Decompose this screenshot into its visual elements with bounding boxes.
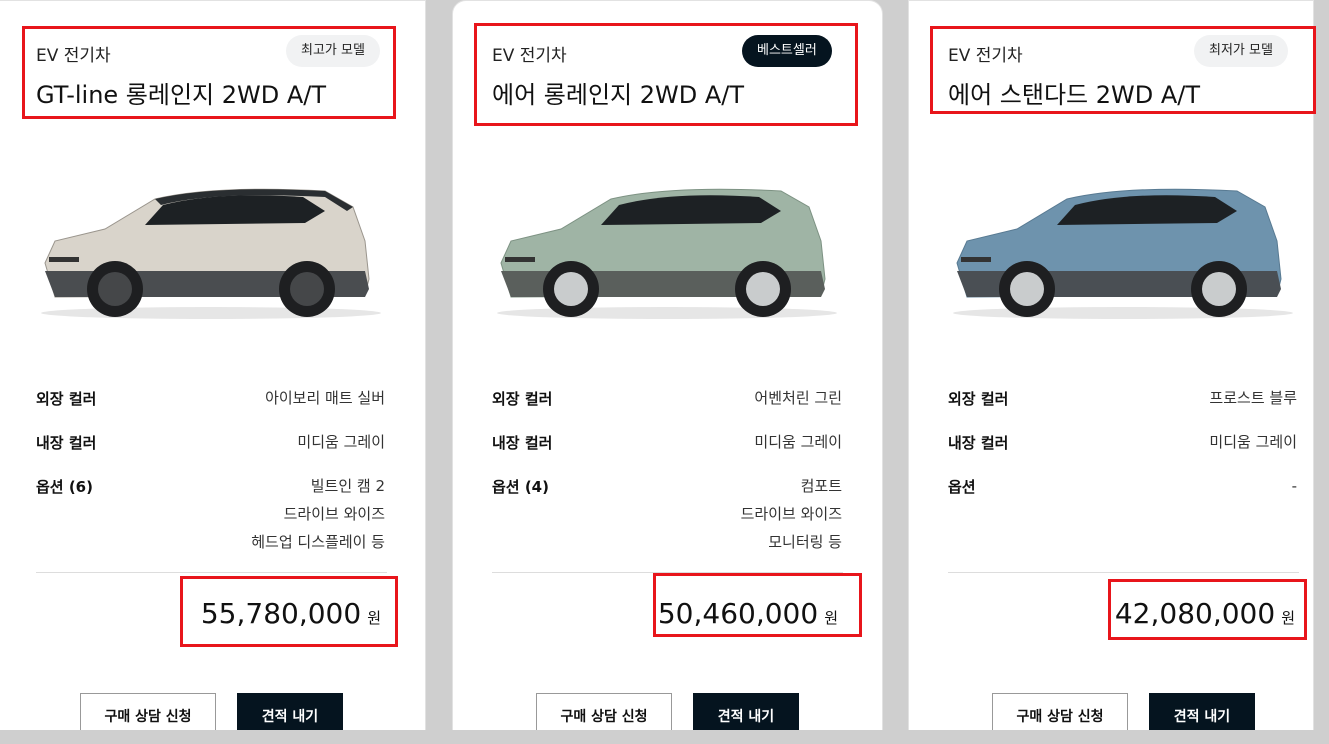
- title-highlight-box: [474, 23, 858, 126]
- option-item: -: [1291, 477, 1297, 495]
- car-image: [41, 188, 381, 319]
- options-label: 옵션 (4): [492, 478, 549, 496]
- title-highlight-box: [22, 26, 396, 119]
- exterior-color-label: 외장 컬러: [492, 390, 553, 408]
- car-image: [497, 188, 837, 319]
- options-label: 옵션 (6): [36, 478, 93, 496]
- divider: [36, 572, 387, 573]
- interior-color-value: 미디움 그레이: [297, 433, 385, 451]
- exterior-color-value: 아이보리 매트 실버: [265, 389, 385, 407]
- divider: [948, 572, 1299, 573]
- exterior-color-label: 외장 컬러: [948, 390, 1009, 408]
- interior-color-label: 내장 컬러: [36, 434, 97, 452]
- interior-color-label: 내장 컬러: [492, 434, 553, 452]
- option-item: 헤드업 디스플레이 등: [251, 533, 385, 551]
- car-image: [953, 188, 1293, 319]
- title-highlight-box: [930, 26, 1316, 114]
- option-item: 빌트인 캠 2: [310, 477, 385, 495]
- option-item: 드라이브 와이즈: [283, 505, 385, 523]
- exterior-color-value: 프로스트 블루: [1209, 389, 1297, 407]
- interior-color-label: 내장 컬러: [948, 434, 1009, 452]
- bottom-strip: [0, 730, 1329, 744]
- exterior-color-label: 외장 컬러: [36, 390, 97, 408]
- price-highlight-box: [1108, 579, 1307, 640]
- interior-color-value: 미디움 그레이: [754, 433, 842, 451]
- option-item: 드라이브 와이즈: [740, 505, 842, 523]
- options-label: 옵션: [948, 478, 976, 496]
- price-highlight-box: [180, 576, 398, 647]
- interior-color-value: 미디움 그레이: [1209, 433, 1297, 451]
- price-highlight-box: [653, 573, 862, 637]
- option-item: 모니터링 등: [768, 533, 842, 551]
- option-item: 컴포트: [800, 477, 842, 495]
- exterior-color-value: 어벤처린 그린: [754, 389, 842, 407]
